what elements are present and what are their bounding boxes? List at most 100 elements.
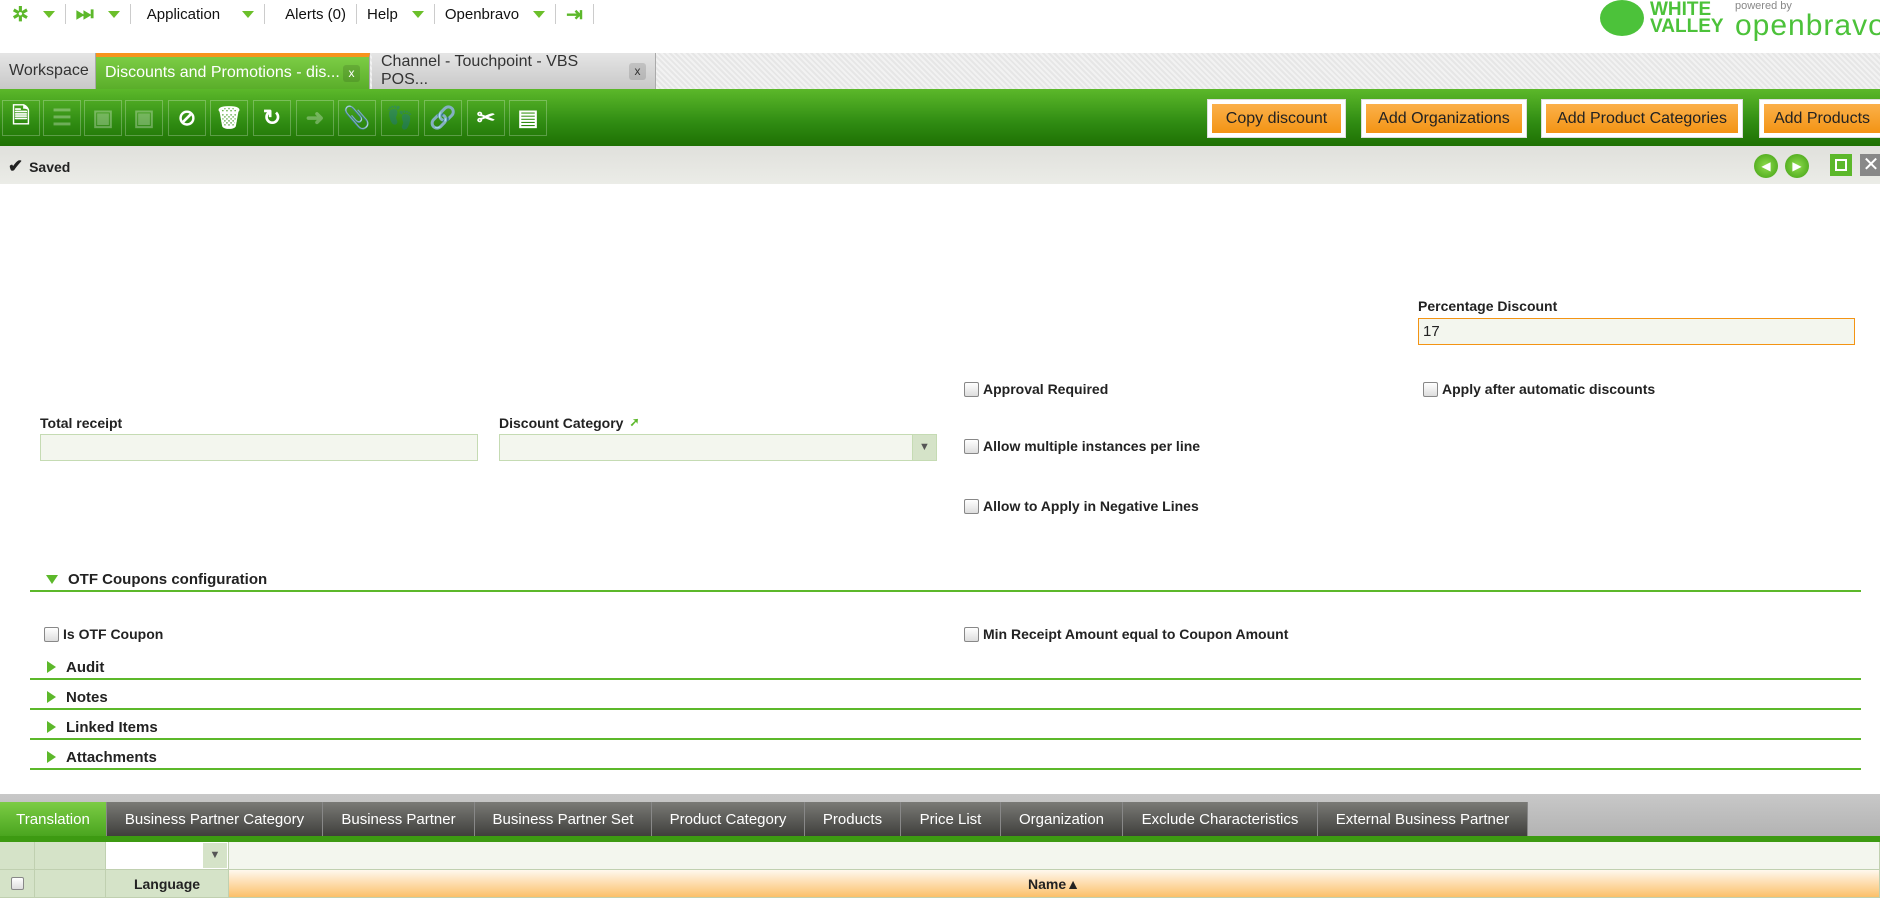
checkbox-label: Apply after automatic discounts [1442,381,1656,397]
previous-record-button[interactable]: ◀ [1754,154,1778,178]
checkbox-label: Approval Required [983,381,1109,397]
chevron-down-icon [533,10,546,18]
checkbox[interactable] [964,438,979,454]
dropdown-arrow-icon[interactable]: ▼ [203,843,227,868]
logo-text: VALLEY [1650,16,1724,37]
fast-forward-icon: ⏭ [75,2,94,25]
dropdown-arrow-icon[interactable]: ▼ [912,434,937,461]
tab-workspace[interactable]: Workspace [0,53,96,89]
export-button[interactable]: ➜ [296,100,334,136]
refresh-icon: ↻ [262,105,282,130]
quick-launch-button[interactable]: ✲ [0,3,66,26]
subtab-business-partner-category[interactable]: Business Partner Category [107,802,323,836]
tab-discounts-promotions[interactable]: Discounts and Promotions - dis... x [96,53,370,89]
subtab-product-category[interactable]: Product Category [652,802,805,836]
section-notes[interactable]: Notes [30,686,1861,710]
subtab-organization[interactable]: Organization [1001,802,1123,836]
chevron-down-icon [411,10,424,18]
next-record-button[interactable]: ▶ [1785,154,1809,178]
checkbox-label: Is OTF Coupon [63,626,164,642]
section-title: Notes [66,688,108,706]
close-form-button[interactable]: ✕ [1860,154,1880,176]
grid-header: Language Name ▲ [0,870,1880,898]
total-receipt-input[interactable] [40,434,478,461]
sort-ascending-icon: ▲ [1066,875,1080,892]
undo-button[interactable]: ⊘ [168,100,206,136]
new-row-button[interactable]: ☰ [43,100,81,136]
delete-button[interactable]: 🗑 [210,100,248,136]
allow-multiple-checkbox[interactable]: Allow multiple instances per line [964,438,1200,454]
collapsed-arrow-icon [47,721,56,733]
add-organizations-button[interactable]: Add Organizations [1361,99,1527,138]
close-icon: ✕ [1862,154,1880,176]
save-close-button[interactable]: ▣ [125,100,163,136]
save-button[interactable]: ▣ [84,100,122,136]
recent-button[interactable]: ⏭ [66,2,131,25]
subtab-business-partner-set[interactable]: Business Partner Set [475,802,652,836]
section-otf-coupons[interactable]: OTF Coupons configuration [30,568,1861,592]
subtab-business-partner[interactable]: Business Partner [323,802,475,836]
tab-label: Discounts and Promotions - dis... [105,64,340,81]
add-products-button[interactable]: Add Products [1759,99,1880,138]
customize-button[interactable]: ✂ [467,100,505,136]
tab-channel-touchpoint[interactable]: Channel - Touchpoint - VBS POS... x [372,53,656,89]
help-menu[interactable]: Help [357,4,435,24]
filter-cell [0,842,35,870]
toggle-view-button[interactable]: ▤ [509,100,547,136]
logout-icon: ⇥ [566,3,583,26]
discount-category-label: Discount Category [499,415,624,431]
is-otf-coupon-checkbox[interactable]: Is OTF Coupon [44,626,163,642]
subtab-exclude-characteristics[interactable]: Exclude Characteristics [1123,802,1318,836]
asterisk-icon: ✲ [12,3,29,26]
save-icon: ▣ [92,105,114,130]
apply-after-automatic-checkbox[interactable]: Apply after automatic discounts [1423,381,1655,397]
subtab-external-business-partner[interactable]: External Business Partner [1318,802,1528,836]
close-tab-icon[interactable]: x [629,62,646,80]
copy-discount-button[interactable]: Copy discount [1207,99,1346,138]
refresh-button[interactable]: ↻ [253,100,291,136]
new-document-button[interactable]: 🗎 [2,100,40,136]
name-column-header[interactable]: Name ▲ [229,870,1880,898]
link-arrow-icon[interactable]: ➚ [629,415,639,431]
subtab-products[interactable]: Products [805,802,901,836]
select-all-checkbox[interactable] [10,877,24,890]
checkbox[interactable] [964,381,979,397]
attach-button[interactable]: 📎 [338,100,376,136]
checkbox[interactable] [964,498,979,514]
globe-icon [1600,0,1644,36]
alerts-link[interactable]: Alerts (0) [265,4,357,24]
min-receipt-checkbox[interactable]: Min Receipt Amount equal to Coupon Amoun… [964,626,1288,642]
window-tabs: Workspace Discounts and Promotions - dis… [0,53,1880,89]
user-menu[interactable]: Openbravo [435,4,557,24]
section-attachments[interactable]: Attachments [30,746,1861,770]
filter-row: ▼ [0,842,1880,870]
discount-category-select[interactable] [499,434,937,461]
percentage-discount-label: Percentage Discount [1418,298,1558,314]
header-cell [35,870,106,898]
tools-icon: ✂ [476,105,496,130]
new-document-icon: 🗎 [12,103,30,128]
subtab-translation[interactable]: Translation [0,802,107,836]
section-title: Attachments [66,748,157,766]
checkbox[interactable] [1423,381,1438,397]
checkbox[interactable] [964,626,979,642]
section-audit[interactable]: Audit [30,656,1861,680]
logout-button[interactable]: ⇥ [556,3,594,26]
allow-negative-checkbox[interactable]: Allow to Apply in Negative Lines [964,498,1199,514]
arrow-left-icon: ◀ [1761,159,1771,173]
approval-required-checkbox[interactable]: Approval Required [964,381,1108,397]
maximize-button[interactable] [1830,154,1852,176]
linked-items-button[interactable]: 🔗 [424,100,462,136]
language-column-header[interactable]: Language [106,870,229,898]
close-tab-icon[interactable]: x [343,64,360,82]
subtab-price-list[interactable]: Price List [901,802,1001,836]
audit-trail-button[interactable]: 👣 [381,100,419,136]
application-menu[interactable]: Application [131,4,266,24]
section-linked-items[interactable]: Linked Items [30,716,1861,740]
percentage-discount-input[interactable]: 17 [1418,318,1855,345]
name-filter-input[interactable] [229,842,1880,870]
checkbox-label: Allow to Apply in Negative Lines [983,498,1199,514]
add-product-categories-button[interactable]: Add Product Categories [1541,99,1743,138]
checkbox[interactable] [44,626,59,642]
trash-icon: 🗑 [215,105,243,130]
